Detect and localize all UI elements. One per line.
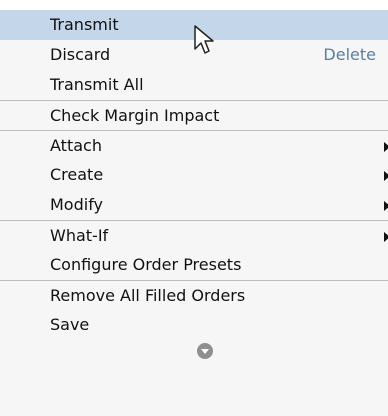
menu-item-modify[interactable]: Modify	[0, 190, 388, 220]
menu-item-configure-order-presets[interactable]: Configure Order Presets	[0, 250, 388, 280]
menu-item-save[interactable]: Save	[0, 310, 388, 340]
menu-item-what-if[interactable]: What-If	[0, 220, 388, 250]
menu-item-create[interactable]: Create	[0, 160, 388, 190]
menu-item-discard[interactable]: Discard Delete	[0, 40, 388, 70]
menu-item-label: Remove All Filled Orders	[50, 286, 246, 305]
menu-item-check-margin-impact[interactable]: Check Margin Impact	[0, 100, 388, 130]
submenu-arrow-icon	[384, 201, 388, 211]
chevron-down-circle-icon[interactable]	[197, 343, 213, 359]
context-menu: Transmit Discard Delete Transmit All Che…	[0, 0, 388, 416]
submenu-arrow-icon	[384, 142, 388, 152]
menu-item-label: Configure Order Presets	[50, 255, 242, 274]
menu-item-label: Create	[50, 165, 104, 184]
menu-top-strip	[0, 0, 388, 10]
menu-item-attach[interactable]: Attach	[0, 130, 388, 160]
menu-item-label: Save	[50, 315, 90, 334]
menu-item-transmit-all[interactable]: Transmit All	[0, 70, 388, 100]
submenu-arrow-icon	[384, 232, 388, 242]
menu-scroll-more[interactable]	[0, 340, 388, 366]
menu-item-label: Transmit	[50, 15, 119, 34]
shortcut-label: Delete	[323, 45, 376, 64]
menu-item-label: Attach	[50, 136, 102, 155]
menu-item-label: Transmit All	[50, 75, 144, 94]
menu-item-transmit[interactable]: Transmit	[0, 10, 388, 40]
menu-item-label: Discard	[50, 45, 111, 64]
menu-item-label: What-If	[50, 226, 109, 245]
menu-item-label: Check Margin Impact	[50, 106, 220, 125]
menu-item-label: Modify	[50, 195, 104, 214]
submenu-arrow-icon	[384, 171, 388, 181]
menu-item-remove-all-filled-orders[interactable]: Remove All Filled Orders	[0, 280, 388, 310]
